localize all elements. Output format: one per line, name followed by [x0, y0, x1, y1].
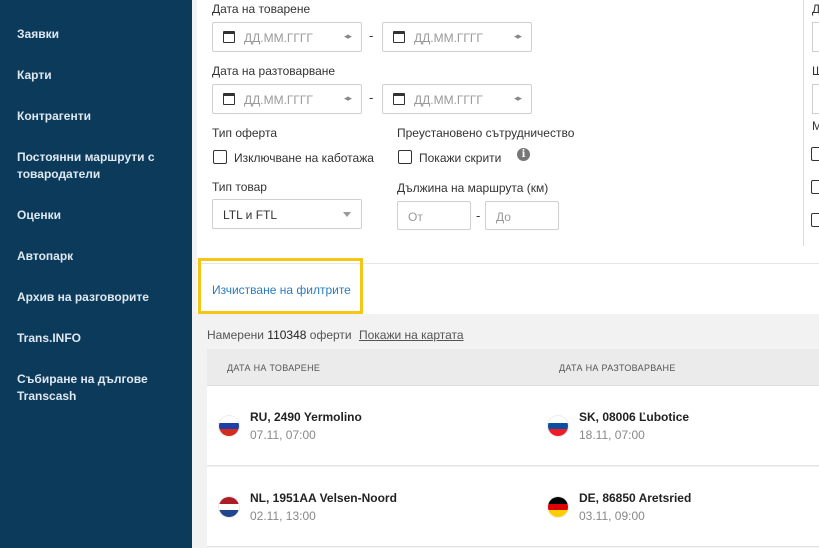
unloading-datetime: 03.11, 09:00 [579, 509, 645, 523]
loading-datetime: 07.11, 07:00 [250, 428, 316, 442]
calendar-icon [223, 93, 235, 105]
sidebar-item-permanent-routes[interactable]: Постоянни маршрути с товародатели [17, 149, 182, 183]
clear-filters-link[interactable]: Изчистване на филтрите [212, 283, 351, 297]
unloading-date-to-placeholder: ДД.ММ.ГГГГ [414, 93, 483, 107]
arrows-left-right-icon[interactable]: ◂▸ [344, 93, 352, 104]
show-hidden-label[interactable]: Покажи скрити [419, 151, 501, 165]
chevron-down-icon [343, 212, 351, 217]
route-length-separator: - [476, 208, 481, 223]
unloading-date-from-input[interactable]: ДД.ММ.ГГГГ ◂▸ [212, 84, 362, 114]
sidebar-item-maps[interactable]: Карти [17, 67, 182, 84]
right-filter-label-a: Д [812, 2, 819, 16]
unloading-place: SK, 08006 Ľubotice [579, 410, 690, 424]
sidebar-item-debt-collection[interactable]: Събиране на дългове Transcash [17, 371, 182, 405]
sidebar: Заявки Карти Контрагенти Постоянни маршр… [0, 0, 192, 548]
loading-place: RU, 2490 Yermolino [250, 410, 362, 424]
right-filter-input-a[interactable] [812, 22, 819, 52]
right-filter-label-b: Ш [812, 64, 819, 78]
arrows-left-right-icon[interactable]: ◂▸ [514, 31, 522, 42]
unloading-datetime: 18.11, 07:00 [579, 428, 645, 442]
calendar-icon [223, 31, 235, 43]
filter-column-divider [803, 0, 804, 246]
found-suffix: оферти [309, 328, 352, 342]
loading-date-to-input[interactable]: ДД.ММ.ГГГГ ◂▸ [382, 22, 532, 52]
sidebar-item-transinfo[interactable]: Trans.INFO [17, 330, 182, 347]
offers-count: 110348 [267, 328, 307, 342]
sidebar-item-contractors[interactable]: Контрагенти [17, 108, 182, 125]
found-prefix: Намерени [207, 328, 264, 342]
show-on-map-link[interactable]: Покажи на картата [359, 328, 464, 342]
route-length-from-placeholder: От [408, 210, 423, 224]
route-length-to-input[interactable]: До [485, 201, 559, 230]
calendar-icon [393, 93, 405, 105]
right-filter-checkbox-2[interactable] [811, 180, 819, 194]
suspended-cooperation-label: Преустановено сътрудничество [397, 126, 575, 140]
arrows-left-right-icon[interactable]: ◂▸ [344, 31, 352, 42]
de-flag-icon [548, 497, 568, 517]
unloading-place: DE, 86850 Aretsried [579, 491, 692, 505]
offer-type-label: Тип оферта [212, 126, 278, 140]
date-range-separator: - [369, 90, 374, 105]
route-length-from-input[interactable]: От [397, 201, 471, 230]
sidebar-item-requests[interactable]: Заявки [17, 26, 182, 43]
results-count: Намерени 110348 оферти Покажи на картата [207, 328, 464, 342]
goods-type-label: Тип товар [212, 180, 267, 194]
loading-place: NL, 1951AA Velsen-Noord [250, 491, 397, 505]
nl-flag-icon [219, 497, 239, 517]
sidebar-item-chat-archive[interactable]: Архив на разговорите [17, 289, 182, 306]
sidebar-item-ratings[interactable]: Оценки [17, 207, 182, 224]
goods-type-value: LTL и FTL [223, 208, 278, 222]
sidebar-item-fleet[interactable]: Автопарк [17, 248, 182, 265]
right-filter-input-b[interactable] [812, 84, 819, 114]
loading-date-label: Дата на товарене [212, 2, 311, 16]
show-hidden-checkbox[interactable] [398, 150, 412, 164]
date-range-separator: - [369, 28, 374, 43]
unloading-date-to-input[interactable]: ДД.ММ.ГГГГ ◂▸ [382, 84, 532, 114]
loading-date-from-input[interactable]: ДД.ММ.ГГГГ ◂▸ [212, 22, 362, 52]
calendar-icon [393, 31, 405, 43]
info-icon[interactable]: i [517, 148, 530, 161]
exclude-cabotage-label[interactable]: Изключване на каботажа [234, 151, 374, 165]
column-header-loading-date[interactable]: ДАТА НА ТОВАРЕНЕ [227, 363, 320, 373]
results-table-header: ДАТА НА ТОВАРЕНЕ ДАТА НА РАЗТОВАРВАНЕ [207, 349, 819, 386]
loading-date-from-placeholder: ДД.ММ.ГГГГ [244, 31, 313, 45]
exclude-cabotage-checkbox[interactable] [213, 150, 227, 164]
table-row[interactable]: RU, 2490 Yermolino 07.11, 07:00 SK, 0800… [207, 386, 819, 466]
unloading-date-from-placeholder: ДД.ММ.ГГГГ [244, 93, 313, 107]
unloading-date-label: Дата на разтоварване [212, 64, 336, 78]
route-length-to-placeholder: До [496, 210, 511, 224]
ru-flag-icon [219, 416, 239, 436]
column-header-unloading-date[interactable]: ДАТА НА РАЗТОВАРВАНЕ [559, 363, 676, 373]
goods-type-select[interactable]: LTL и FTL [212, 199, 362, 229]
right-filter-checkbox-1[interactable] [811, 147, 819, 161]
sk-flag-icon [548, 416, 568, 436]
loading-date-to-placeholder: ДД.ММ.ГГГГ [414, 31, 483, 45]
right-filter-checkbox-3[interactable] [811, 213, 819, 227]
route-length-label: Дължина на маршрута (км) [397, 181, 549, 195]
table-row[interactable]: NL, 1951AA Velsen-Noord 02.11, 13:00 DE,… [207, 467, 819, 547]
loading-datetime: 02.11, 13:00 [250, 509, 316, 523]
arrows-left-right-icon[interactable]: ◂▸ [514, 93, 522, 104]
right-filter-label-c: М [812, 119, 819, 133]
